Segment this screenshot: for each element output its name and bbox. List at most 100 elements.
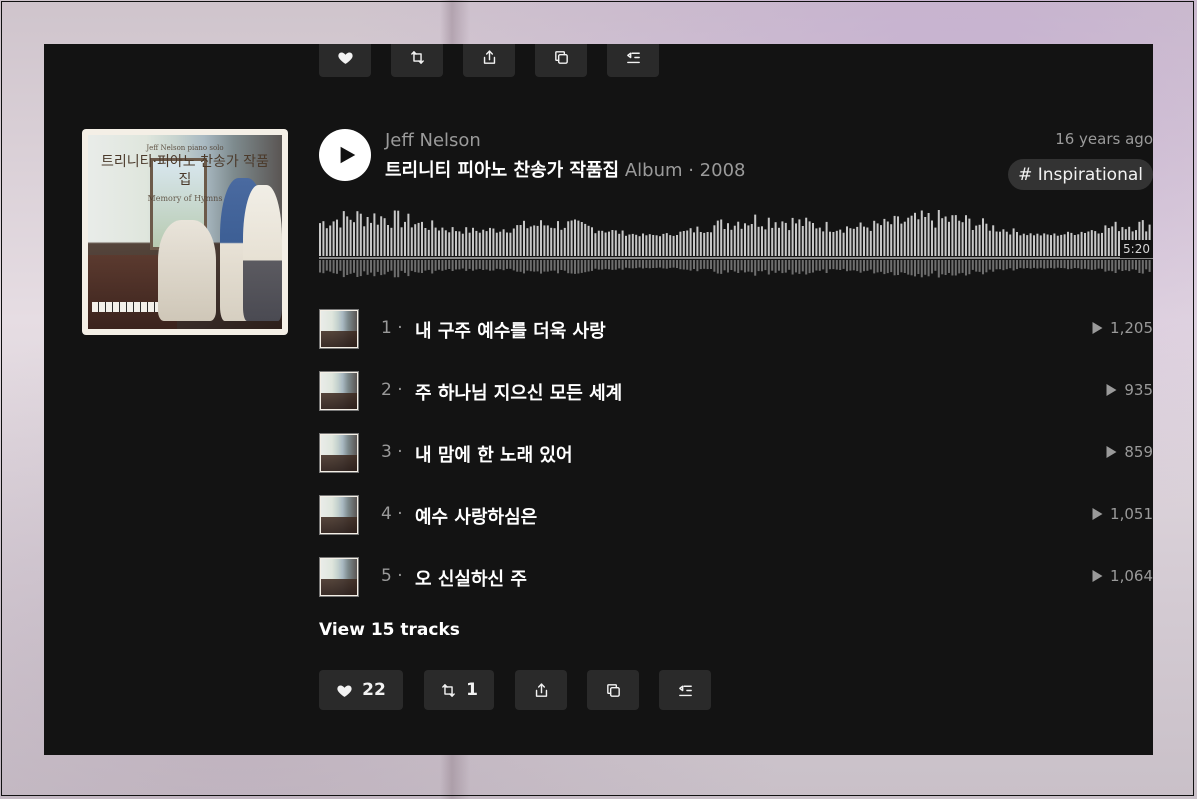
waveform-bar bbox=[907, 217, 910, 256]
waveform-bar-reflection bbox=[1009, 260, 1012, 269]
track-title[interactable]: 주 하나님 지으신 모든 세계 bbox=[415, 379, 622, 405]
waveform-bar bbox=[672, 235, 675, 256]
track-row[interactable]: 3 · 내 맘에 한 노래 있어 859 bbox=[319, 433, 1153, 495]
album-title[interactable]: 트리니티 피아노 찬송가 작품집 bbox=[385, 160, 619, 181]
waveform-bar-reflection bbox=[492, 260, 495, 271]
waveform-bar-reflection bbox=[546, 260, 549, 272]
waveform-bar-reflection bbox=[733, 260, 736, 272]
waveform-bar-reflection bbox=[812, 260, 814, 273]
genre-tag[interactable]: # Inspirational bbox=[1008, 159, 1153, 190]
waveform-bar bbox=[1053, 233, 1056, 256]
add-to-next-up-button-top[interactable] bbox=[607, 44, 659, 77]
share-button-top[interactable] bbox=[463, 44, 515, 77]
waveform-bar bbox=[553, 228, 556, 256]
waveform-bar-reflection bbox=[489, 260, 491, 271]
waveform-bar-reflection bbox=[988, 260, 991, 270]
waveform-bar bbox=[356, 211, 359, 256]
waveform-bar bbox=[791, 217, 794, 256]
waveform-bar bbox=[601, 230, 604, 256]
waveform-bar-reflection bbox=[863, 260, 865, 272]
waveform-bar bbox=[1114, 221, 1117, 256]
track-row[interactable]: 1 · 내 구주 예수를 더욱 사랑 1,205 bbox=[319, 309, 1153, 371]
waveform-bar-reflection bbox=[1070, 260, 1073, 269]
waveform-bar-reflection bbox=[934, 260, 937, 271]
artist-name[interactable]: Jeff Nelson bbox=[385, 130, 481, 151]
waveform-bar bbox=[329, 225, 332, 256]
repost-button-top[interactable] bbox=[391, 44, 443, 77]
waveform-bar bbox=[686, 230, 689, 256]
track-row[interactable]: 4 · 예수 사랑하심은 1,051 bbox=[319, 495, 1153, 557]
waveform-bar-reflection bbox=[458, 260, 461, 270]
copy-link-button-top[interactable] bbox=[535, 44, 587, 77]
waveform-bar bbox=[427, 229, 430, 256]
track-title[interactable]: 오 신실하신 주 bbox=[415, 565, 527, 591]
waveform-bar bbox=[900, 223, 903, 256]
waveform-bar-reflection bbox=[961, 260, 964, 273]
waveform-bar-reflection bbox=[937, 260, 940, 278]
waveform-bar bbox=[1029, 233, 1032, 256]
like-button[interactable]: 22 bbox=[319, 670, 403, 710]
waveform-bar bbox=[703, 232, 706, 256]
album-cover[interactable]: Jeff Nelson piano solo 트리니티·피아노 찬송가 작품집 … bbox=[82, 129, 288, 335]
share-button[interactable] bbox=[515, 670, 567, 710]
play-count-icon bbox=[1092, 570, 1103, 582]
waveform-bar bbox=[948, 221, 950, 256]
heart-icon bbox=[337, 685, 352, 697]
waveform-bar bbox=[332, 221, 335, 256]
waveform-bar-reflection bbox=[791, 260, 794, 275]
waveform-bar bbox=[754, 214, 757, 256]
waveform-bar-reflection bbox=[1090, 260, 1093, 270]
view-all-tracks-link[interactable]: View 15 tracks bbox=[319, 620, 460, 640]
waveform-bar-reflection bbox=[958, 260, 961, 274]
waveform-bar-reflection bbox=[795, 260, 797, 273]
add-to-next-up-button[interactable] bbox=[659, 670, 711, 710]
waveform-bar-reflection bbox=[761, 260, 763, 272]
waveform-bar-reflection bbox=[676, 260, 678, 268]
waveform-bar bbox=[597, 230, 600, 256]
waveform-bar-reflection bbox=[1043, 260, 1046, 269]
play-button[interactable] bbox=[319, 129, 371, 181]
cover-title: Jeff Nelson piano solo 트리니티·피아노 찬송가 작품집 … bbox=[100, 143, 271, 205]
waveform-bar bbox=[869, 230, 872, 256]
waveform-bar-reflection bbox=[563, 260, 566, 271]
waveform-bar bbox=[757, 226, 760, 256]
track-title[interactable]: 내 구주 예수를 더욱 사랑 bbox=[415, 317, 606, 343]
waveform-bar-reflection bbox=[319, 260, 321, 273]
track-row[interactable]: 5 · 오 신실하신 주 1,064 bbox=[319, 557, 1153, 619]
waveform-bar-reflection bbox=[757, 260, 760, 272]
waveform-bar bbox=[886, 221, 889, 256]
copy-link-button[interactable] bbox=[587, 670, 639, 710]
waveform-bar-reflection bbox=[614, 260, 617, 270]
waveform-bar bbox=[353, 222, 355, 256]
waveform[interactable] bbox=[319, 204, 1153, 282]
track-title[interactable]: 내 맘에 한 노래 있어 bbox=[415, 441, 573, 467]
waveform-bar-reflection bbox=[1056, 260, 1059, 268]
waveform-bar bbox=[1111, 226, 1114, 256]
track-row[interactable]: 2 · 주 하나님 지으신 모든 세계 935 bbox=[319, 371, 1153, 433]
waveform-bar bbox=[1026, 235, 1029, 256]
waveform-bar-reflection bbox=[665, 260, 668, 269]
waveform-bar-reflection bbox=[597, 260, 600, 270]
waveform-bar-reflection bbox=[407, 260, 410, 277]
waveform-bar bbox=[393, 210, 396, 256]
waveform-bar bbox=[693, 232, 695, 256]
waveform-bar-reflection bbox=[859, 260, 862, 273]
repost-button[interactable]: 1 bbox=[424, 670, 494, 710]
waveform-bar-reflection bbox=[648, 260, 651, 269]
waveform-bar bbox=[965, 215, 967, 256]
waveform-bar bbox=[631, 233, 634, 256]
waveform-bar bbox=[954, 215, 957, 256]
track-title[interactable]: 예수 사랑하심은 bbox=[415, 503, 537, 529]
waveform-bar bbox=[771, 227, 774, 256]
waveform-bar-reflection bbox=[322, 260, 325, 274]
waveform-bar bbox=[655, 235, 658, 256]
waveform-bar-reflection bbox=[897, 260, 899, 275]
like-button-top[interactable] bbox=[319, 44, 371, 77]
waveform-bar bbox=[567, 221, 570, 256]
waveform-bar bbox=[1012, 228, 1015, 256]
waveform-bar bbox=[737, 221, 740, 256]
share-icon bbox=[483, 49, 495, 64]
waveform-bar bbox=[1097, 233, 1100, 256]
waveform-bar bbox=[587, 225, 590, 256]
waveform-bar-reflection bbox=[444, 260, 447, 270]
